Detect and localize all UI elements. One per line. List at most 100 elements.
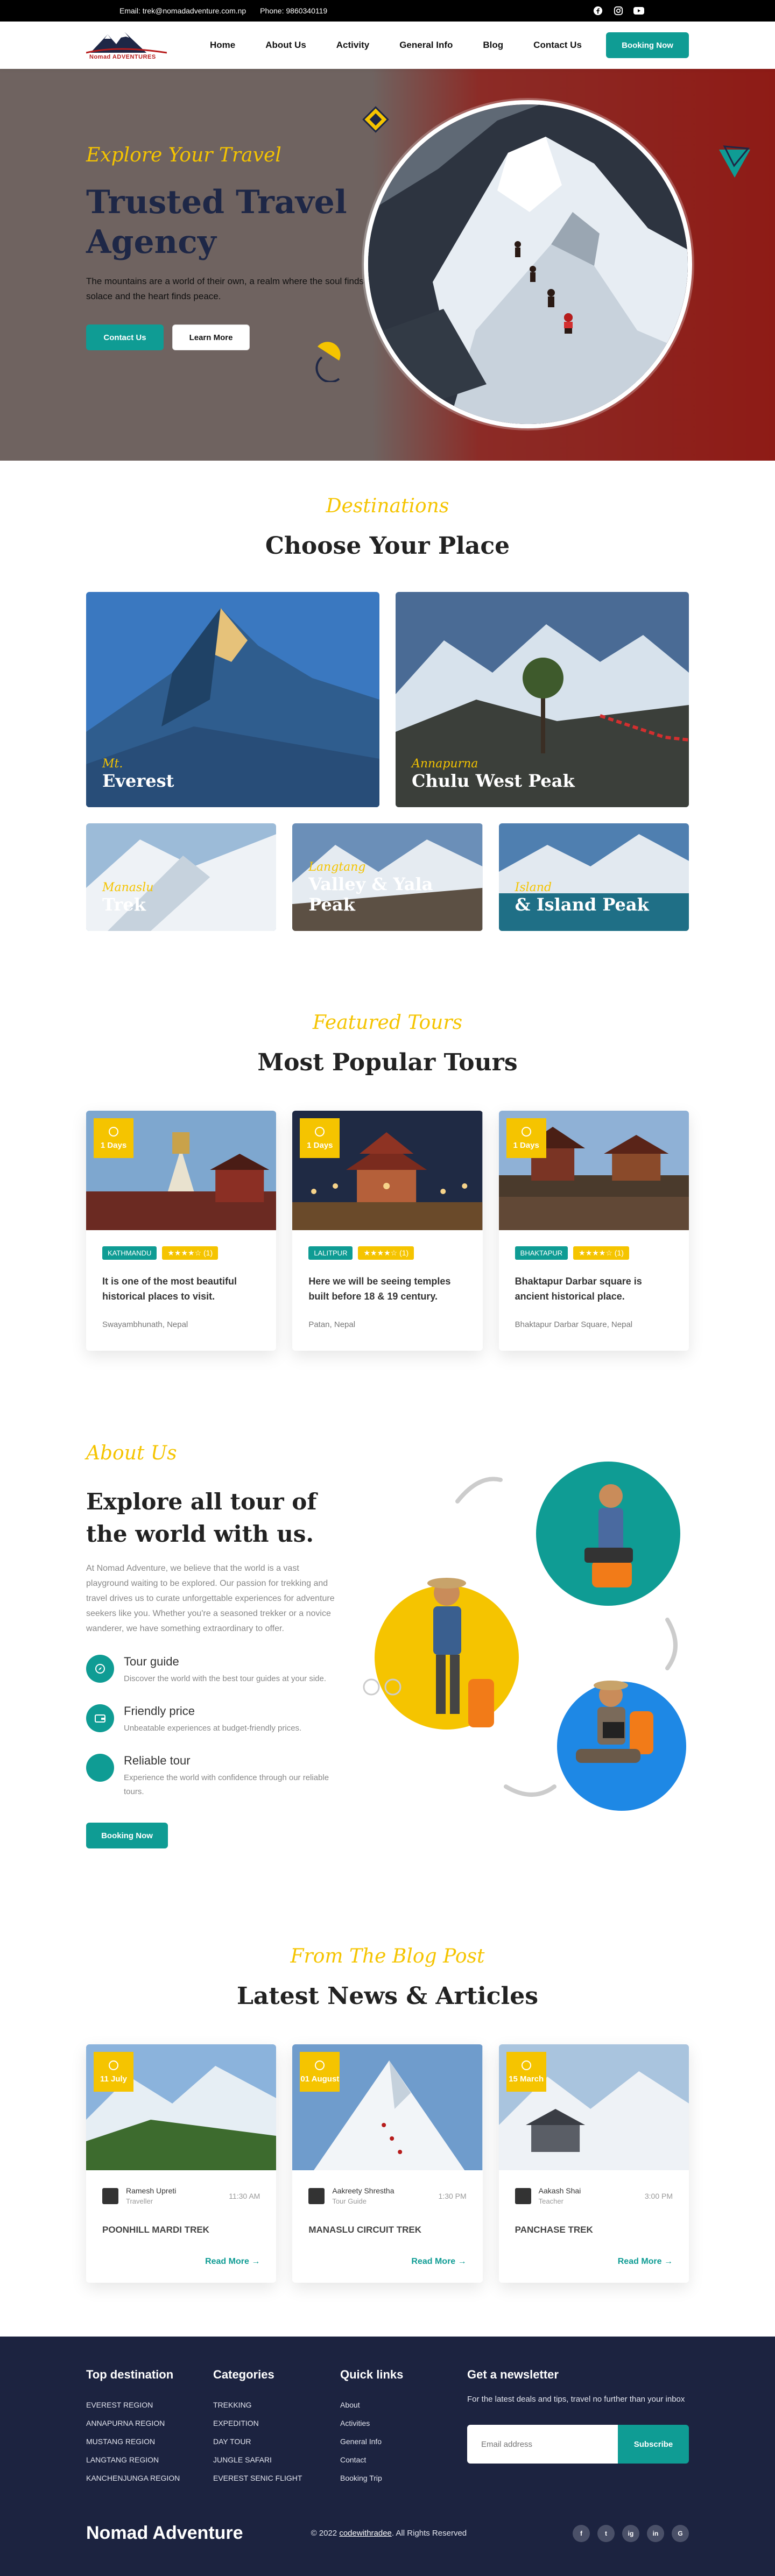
nav-menu: Home About Us Activity General Info Blog…	[210, 40, 582, 51]
tour-card[interactable]: 1 Days LALITPUR ★★★★☆ (1) Here we will be…	[292, 1111, 483, 1351]
youtube-icon[interactable]	[633, 5, 645, 17]
mountain-logo-icon	[86, 32, 167, 54]
location-tag: LALITPUR	[308, 1246, 353, 1260]
nav-activity[interactable]: Activity	[336, 40, 369, 51]
logo-text: Nomad ADVENTURES	[89, 54, 156, 60]
blog-image: 01 August	[292, 2044, 483, 2170]
subscribe-button[interactable]: Subscribe	[618, 2425, 689, 2464]
tour-title[interactable]: It is one of the most beautiful historic…	[102, 1274, 260, 1304]
hero-script-text: Explore Your Travel	[86, 144, 281, 166]
instagram-icon[interactable]: ig	[622, 2524, 639, 2542]
hero-content: Explore Your Travel Trusted Travel Agenc…	[86, 144, 366, 350]
destination-card-everest[interactable]: Mt. Everest	[86, 592, 379, 807]
nav-home[interactable]: Home	[210, 40, 235, 51]
author-role: Tour Guide	[332, 2197, 367, 2205]
newsletter-email-input[interactable]	[467, 2425, 618, 2464]
author-name: Aakreety Shrestha	[332, 2186, 394, 2195]
footer-link[interactable]: About	[340, 2396, 467, 2414]
nav-blog[interactable]: Blog	[483, 40, 503, 51]
footer-col-title: Quick links	[340, 2368, 404, 2381]
tour-image: 1 Days	[498, 1111, 689, 1230]
about-booking-button[interactable]: Booking Now	[86, 1823, 168, 1848]
footer-link[interactable]: JUNGLE SAFARI	[213, 2451, 340, 2469]
author-link[interactable]: codewithradee	[339, 2529, 392, 2538]
newsletter-title: Get a newsletter	[467, 2368, 559, 2381]
read-more-link[interactable]: Read More →	[308, 2257, 466, 2267]
author-name: Ramesh Upreti	[126, 2186, 177, 2195]
newsletter: Get a newsletter For the latest deals an…	[467, 2368, 689, 2487]
footer-link[interactable]: Activities	[340, 2414, 467, 2432]
nav-general-info[interactable]: General Info	[399, 40, 453, 51]
read-more-link[interactable]: Read More →	[515, 2257, 673, 2267]
footer-link[interactable]: EVEREST REGION	[86, 2396, 213, 2414]
dest-name: Chulu West Peak	[412, 771, 575, 791]
post-title[interactable]: POONHILL MARDI TREK	[102, 2225, 260, 2235]
linkedin-icon[interactable]: in	[647, 2524, 664, 2542]
learn-more-button[interactable]: Learn More	[172, 324, 250, 350]
destination-card-island[interactable]: Island & Island Peak	[498, 823, 689, 931]
facebook-icon[interactable]	[592, 5, 604, 17]
about-title: Explore all tour of the world with us.	[86, 1488, 317, 1547]
phone-text[interactable]: Phone: 9860340119	[260, 6, 327, 15]
feature-title: Friendly price	[124, 1704, 195, 1718]
hero-title: Trusted Travel Agency	[86, 184, 347, 261]
footer-link[interactable]: EVEREST SENIC FLIGHT	[213, 2469, 340, 2487]
blog-card[interactable]: 11 July Ramesh Upreti Traveller 11:30 AM P…	[86, 2044, 277, 2283]
trek-image	[86, 823, 277, 931]
footer-link[interactable]: General Info	[340, 2432, 467, 2451]
nav-about[interactable]: About Us	[265, 40, 306, 51]
site-logo[interactable]: Nomad ADVENTURES	[86, 29, 167, 61]
footer-link[interactable]: EXPEDITION	[213, 2414, 340, 2432]
destination-card-chulu[interactable]: Annapurna Chulu West Peak	[396, 592, 689, 807]
dest-script: Manaslu	[102, 881, 154, 894]
blog-image: 11 July	[86, 2044, 277, 2170]
post-time: 1:30 PM	[438, 2191, 467, 2200]
tour-image: 1 Days	[292, 1111, 483, 1230]
tour-title[interactable]: Bhaktapur Darbar square is ancient histo…	[515, 1274, 673, 1304]
footer-link[interactable]: ANNAPURNA REGION	[86, 2414, 213, 2432]
nav-contact[interactable]: Contact Us	[533, 40, 582, 51]
blog-card[interactable]: 01 August Aakreety Shrestha Tour Guide 1:3…	[292, 2044, 483, 2283]
clock-icon	[109, 1127, 118, 1137]
blog-card[interactable]: 15 March Aakash Shai Teacher 3:00 PM PANCH…	[498, 2044, 689, 2283]
footer-col-categories: Categories TREKKING EXPEDITION DAY TOUR …	[213, 2368, 340, 2487]
destinations-script: Destinations	[326, 495, 449, 517]
footer-link[interactable]: DAY TOUR	[213, 2432, 340, 2451]
footer-link[interactable]: Contact	[340, 2451, 467, 2469]
post-title[interactable]: PANCHASE TREK	[515, 2225, 673, 2235]
feature-tour-guide: Tour guide Discover the world with the be…	[86, 1655, 339, 1686]
rating-stars: ★★★★☆ (1)	[358, 1246, 414, 1260]
destination-card-trek[interactable]: Manaslu Trek	[86, 823, 277, 931]
dest-script: Island	[515, 881, 552, 894]
footer-link[interactable]: KANCHENJUNGA REGION	[86, 2469, 213, 2487]
destinations-title: Choose Your Place	[265, 532, 510, 560]
booking-now-button[interactable]: Booking Now	[606, 32, 689, 58]
footer-link[interactable]: Booking Trip	[340, 2469, 467, 2487]
footer-link[interactable]: MUSTANG REGION	[86, 2432, 213, 2451]
footer-link[interactable]: LANGTANG REGION	[86, 2451, 213, 2469]
google-icon[interactable]: G	[672, 2524, 689, 2542]
instagram-icon[interactable]	[612, 5, 624, 17]
tours-section: Featured Tours Most Popular Tours 1 Days	[0, 974, 775, 1394]
author-avatar	[515, 2187, 531, 2204]
compass-icon	[86, 1655, 114, 1683]
rating-stars: ★★★★☆ (1)	[573, 1246, 629, 1260]
dest-name: & Island Peak	[515, 894, 649, 915]
feature-desc: Unbeatable experiences at budget-friendl…	[124, 1724, 302, 1733]
footer-link[interactable]: TREKKING	[213, 2396, 340, 2414]
facebook-icon[interactable]: f	[573, 2524, 590, 2542]
read-more-link[interactable]: Read More →	[102, 2257, 260, 2267]
dest-script: Langtang	[308, 860, 366, 874]
dest-name: Valley & Yala Peak	[308, 874, 433, 915]
post-time: 3:00 PM	[644, 2191, 673, 2200]
tour-title[interactable]: Here we will be seeing temples built bef…	[308, 1274, 466, 1304]
destination-card-langtang[interactable]: Langtang Valley & Yala Peak	[292, 823, 483, 931]
email-text[interactable]: Email: trek@nomadadventure.com.np	[119, 6, 246, 15]
twitter-icon[interactable]: t	[597, 2524, 615, 2542]
post-title[interactable]: MANASLU CIRCUIT TREK	[308, 2225, 466, 2235]
tour-card[interactable]: 1 Days KATHMANDU ★★★★☆ (1) It is one of t…	[86, 1111, 277, 1351]
tour-card[interactable]: 1 Days BHAKTAPUR ★★★★☆ (1) Bhaktapur Darb…	[498, 1111, 689, 1351]
contact-us-button[interactable]: Contact Us	[86, 324, 164, 350]
diamond-deco-icon	[362, 106, 389, 133]
footer-col-title: Categories	[213, 2368, 274, 2381]
